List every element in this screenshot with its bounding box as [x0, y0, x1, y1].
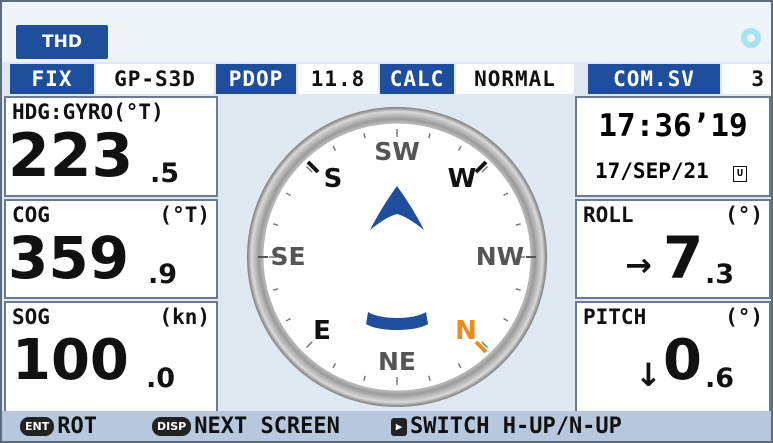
cog-value: 359 [8, 224, 130, 292]
sog-panel: SOG (kn) 100 .0 [4, 301, 218, 413]
cog-unit: (°T) [159, 203, 210, 227]
compass-dial: SW S W SE NW E N NE [247, 107, 547, 407]
compass-ne: NE [378, 347, 416, 376]
cog-panel: COG (°T) 359 .9 [4, 199, 218, 299]
status-row: FIX GP-S3D PDOP 11.8 CALC NORMAL COM.SV … [10, 64, 771, 94]
display-screen: THD FIX GP-S3D PDOP 11.8 CALC NORMAL COM… [0, 0, 773, 443]
compass-s: S [324, 164, 343, 194]
sog-decimal: .0 [146, 363, 176, 394]
fix-label: FIX [10, 64, 94, 94]
pitch-label: PITCH [583, 305, 647, 329]
softkey-bar: ENT ROT DISP NEXT SCREEN ▶ SWITCH H-UP/N… [2, 411, 771, 441]
roll-decimal: .3 [705, 259, 735, 290]
fix-value: GP-S3D [96, 64, 214, 94]
compass-e: E [313, 316, 331, 346]
pitch-unit: (°) [725, 305, 763, 329]
compass-nw: NW [476, 242, 525, 271]
pdop-value: 11.8 [298, 64, 378, 94]
clock-time: 17:36’19 [598, 108, 748, 144]
next-screen-label: NEXT SCREEN [194, 414, 340, 439]
status-ring-icon [741, 28, 761, 48]
compass-se: SE [270, 242, 305, 271]
sog-label: SOG [12, 305, 50, 329]
clock-date: 17/SEP/21 [595, 159, 709, 183]
roll-value: 7 [663, 224, 704, 292]
top-bar: THD [2, 2, 771, 62]
ent-key-icon: ENT [20, 417, 55, 436]
compass-w: W [448, 164, 477, 194]
right-arrow-key-icon: ▶ [391, 417, 407, 436]
compass-area: SW S W SE NW E N NE [230, 102, 564, 412]
rot-label: ROT [57, 414, 97, 439]
heading-value: 223 [8, 121, 134, 191]
pitch-value: 0 [663, 328, 702, 393]
roll-arrow-icon: → [625, 246, 652, 284]
switch-label: SWITCH H-UP/N-UP [410, 414, 622, 439]
disp-key-icon: DISP [152, 417, 192, 436]
heading-panel: HDG:GYRO(°T) 223 .5 [4, 96, 218, 197]
utc-badge: U [733, 166, 747, 182]
heading-decimal: .5 [150, 158, 180, 189]
pdop-label: PDOP [216, 64, 296, 94]
com-sv-label: COM.SV [588, 64, 720, 94]
switch-softkey[interactable]: ▶ SWITCH H-UP/N-UP [391, 414, 622, 439]
next-screen-softkey[interactable]: DISP NEXT SCREEN [152, 414, 340, 439]
com-sv-value: 3 [722, 64, 771, 94]
pitch-panel: PITCH (°) ↓ 0 .6 [575, 301, 771, 413]
mode-button[interactable]: THD [16, 25, 108, 59]
cog-decimal: .9 [148, 259, 178, 290]
roll-panel: ROLL (°) → 7 .3 [575, 199, 771, 299]
calc-label: CALC [380, 64, 454, 94]
compass-sw: SW [374, 137, 420, 166]
roll-unit: (°) [725, 203, 763, 227]
rot-softkey[interactable]: ENT ROT [20, 414, 97, 439]
pitch-decimal: .6 [705, 363, 735, 394]
clock-panel: 17:36’19 17/SEP/21 U [575, 96, 771, 197]
roll-label: ROLL [583, 203, 634, 227]
sog-value: 100 [12, 328, 129, 393]
compass-n: N [455, 316, 477, 346]
calc-value: NORMAL [456, 64, 574, 94]
pitch-arrow-icon: ↓ [635, 356, 662, 394]
sog-unit: (kn) [159, 305, 210, 329]
